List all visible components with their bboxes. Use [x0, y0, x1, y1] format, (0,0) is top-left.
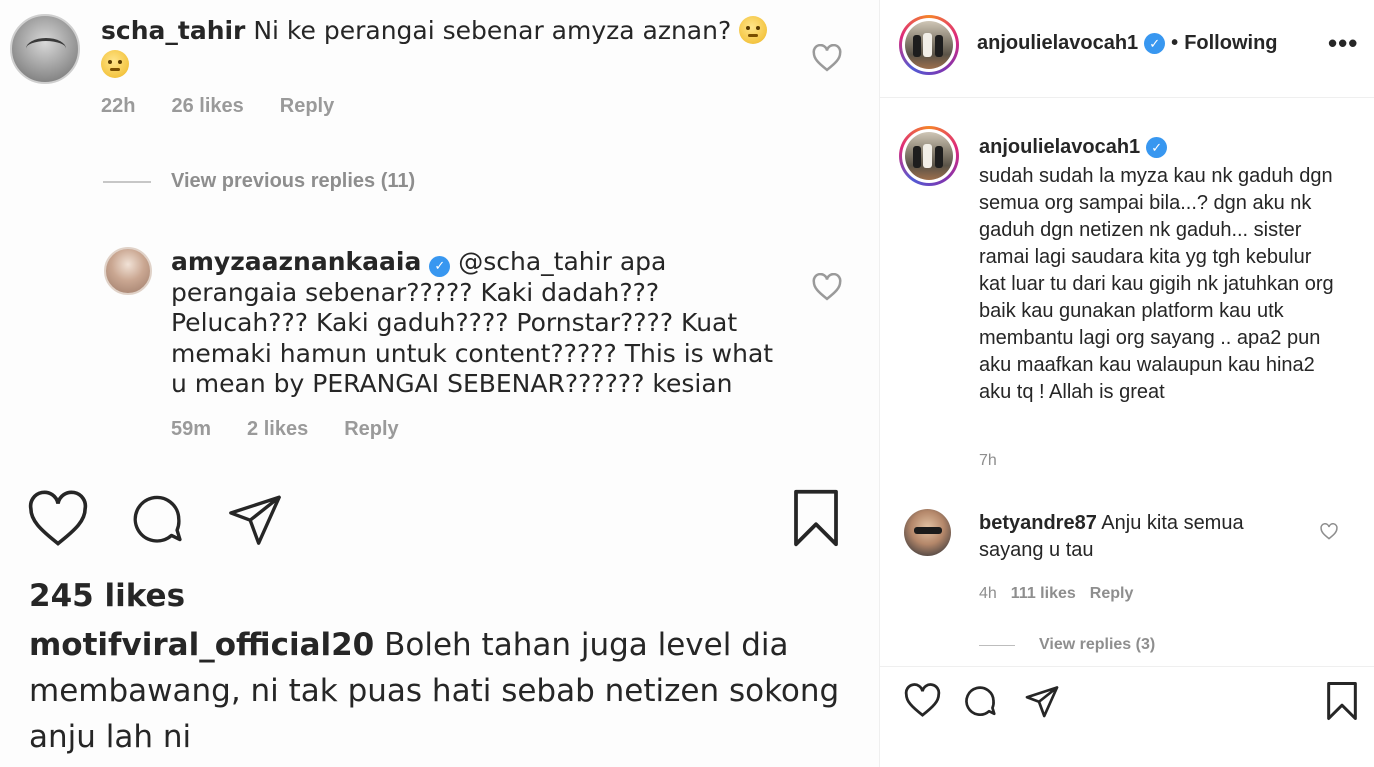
- view-previous-replies: View previous replies (11): [103, 170, 415, 193]
- divider: [979, 644, 1015, 646]
- post-sidebar: anjoulielavocah1 ✓ • Following ••• anjou…: [880, 0, 1374, 767]
- comment-text: betyandre87 Anju kita semua sayang u tau: [979, 510, 1279, 564]
- more-options-button[interactable]: •••: [1328, 28, 1358, 59]
- comment-likes: 26 likes: [171, 95, 244, 117]
- comment-time[interactable]: 4h: [979, 585, 997, 602]
- header-avatar[interactable]: [899, 15, 959, 75]
- post-image: scha_tahir Ni ke perangai sebenar amyza …: [0, 0, 879, 767]
- heart-icon: [28, 490, 88, 546]
- verified-badge-icon: ✓: [1144, 33, 1166, 54]
- reply-link: Reply: [344, 418, 399, 440]
- comment-text: scha_tahir Ni ke perangai sebenar amyza …: [101, 14, 801, 82]
- verified-badge-icon: ✓: [1146, 137, 1168, 158]
- view-replies-button[interactable]: View replies (3): [979, 636, 1155, 654]
- divider: [880, 97, 1374, 98]
- post-header: anjoulielavocah1 ✓ • Following: [977, 32, 1278, 55]
- heart-icon: [812, 273, 842, 301]
- comment-like-heart-icon[interactable]: [1320, 523, 1338, 540]
- caption-header: anjoulielavocah1 ✓: [979, 136, 1168, 159]
- heart-icon: [812, 44, 842, 72]
- bookmark-icon: [794, 489, 838, 547]
- reply-text: amyzaaznankaaia ✓ @scha_tahir apa perang…: [171, 247, 791, 400]
- avatar-image: [905, 21, 953, 69]
- comment-body: Ni ke perangai sebenar amyza aznan?: [245, 16, 740, 45]
- caption-username-link[interactable]: anjoulielavocah1: [979, 136, 1140, 159]
- comment-username: scha_tahir: [101, 16, 246, 45]
- comment-meta: 4h 111 likes Reply: [979, 585, 1133, 603]
- caption-username: motifviral_official20: [29, 627, 375, 663]
- reply-button[interactable]: Reply: [1090, 585, 1134, 602]
- comment-icon[interactable]: [962, 683, 998, 719]
- view-previous-label: View previous replies (11): [171, 170, 416, 192]
- reply-link: Reply: [279, 95, 335, 117]
- caption-text: motifviral_official20 Boleh tahan juga l…: [29, 622, 859, 760]
- reply-likes: 2 likes: [247, 418, 309, 440]
- share-icon[interactable]: [1024, 683, 1060, 719]
- avatar: [104, 247, 152, 295]
- flushed-emoji-icon: [101, 50, 129, 78]
- following-button[interactable]: Following: [1184, 32, 1277, 55]
- comment-meta: 22h 26 likes Reply: [101, 95, 370, 118]
- save-bookmark-icon[interactable]: [1325, 681, 1359, 721]
- view-replies-label: View replies (3): [1039, 636, 1156, 653]
- comment-likes[interactable]: 111 likes: [1011, 585, 1076, 602]
- avatar-image: [905, 132, 953, 180]
- comment-time: 22h: [101, 95, 136, 117]
- verified-badge-icon: ✓: [429, 256, 451, 277]
- divider: [880, 666, 1374, 667]
- avatar: [10, 14, 80, 84]
- caption-text: sudah sudah la myza kau nk gaduh dgn sem…: [979, 165, 1334, 403]
- caption-avatar[interactable]: [899, 126, 959, 186]
- like-heart-icon[interactable]: [904, 683, 941, 718]
- comment-icon: [133, 495, 182, 543]
- caption-timestamp[interactable]: 7h: [979, 452, 997, 470]
- reply-meta: 59m 2 likes Reply: [171, 418, 435, 441]
- separator-dot: •: [1171, 32, 1179, 54]
- comment-username-link[interactable]: betyandre87: [979, 512, 1097, 534]
- divider: [103, 180, 151, 183]
- flushed-emoji-icon: [739, 16, 768, 44]
- likes-count: 245 likes: [29, 578, 186, 614]
- header-username-link[interactable]: anjoulielavocah1: [977, 32, 1138, 55]
- comment-avatar[interactable]: [904, 509, 951, 556]
- share-icon: [229, 495, 281, 545]
- reply-time: 59m: [171, 418, 212, 440]
- reply-username: amyzaaznankaaia: [171, 247, 422, 276]
